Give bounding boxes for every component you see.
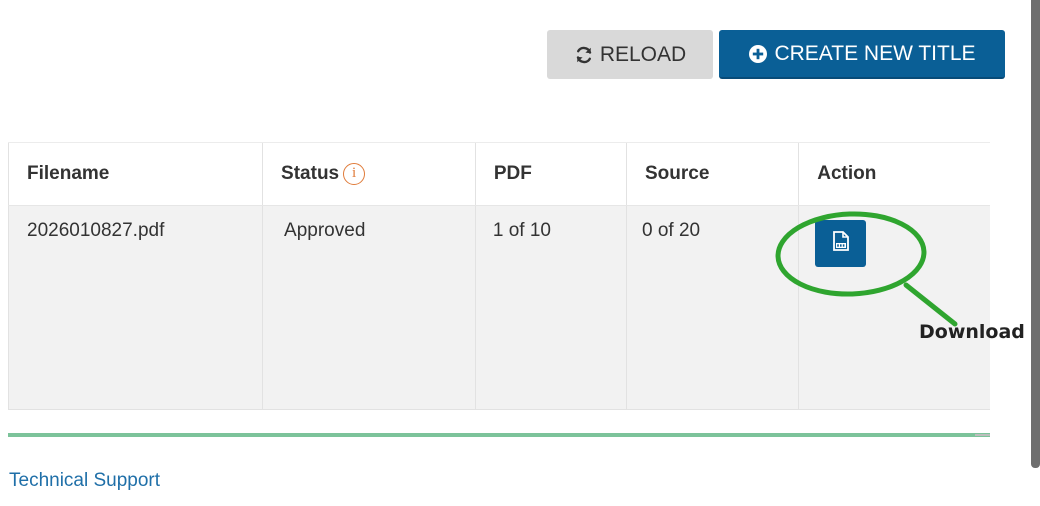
column-header-status: Status i [262,142,476,206]
cell-action [798,205,990,410]
cell-pdf: 1 of 10 [474,205,627,410]
reload-label: RELOAD [599,42,687,66]
create-label: CREATE NEW TITLE [774,41,976,65]
divider [8,433,990,437]
refresh-icon [574,45,594,65]
cell-source: 0 of 20 [625,205,799,410]
table-header-row: Filename Status i PDF Source Action [7,142,990,206]
column-header-action: Action [798,142,990,206]
column-header-filename: Filename [7,142,263,206]
cell-filename: 2026010827.pdf [7,205,263,410]
files-table: Filename Status i PDF Source Action 20260… [7,142,990,410]
cell-status: Approved [262,205,476,410]
column-header-pdf: PDF [474,142,627,206]
technical-support-link[interactable]: Technical Support [9,470,160,492]
info-icon[interactable]: i [343,162,366,185]
reload-button[interactable]: RELOAD [547,30,713,79]
column-header-source: Source [625,142,799,206]
scrollbar[interactable] [1031,0,1040,468]
create-new-title-button[interactable]: CREATE NEW TITLE [719,30,1005,79]
annotation-label: Download [919,321,1025,343]
download-pdf-button[interactable] [815,220,867,267]
pdf-file-icon [832,230,849,257]
plus-circle-icon [748,44,768,64]
page: RELOAD CREATE NEW TITLE Filename Status i… [0,0,1040,506]
divider-end [975,434,990,436]
table-row: 2026010827.pdf Approved 1 of 10 0 of 20 [7,205,990,410]
